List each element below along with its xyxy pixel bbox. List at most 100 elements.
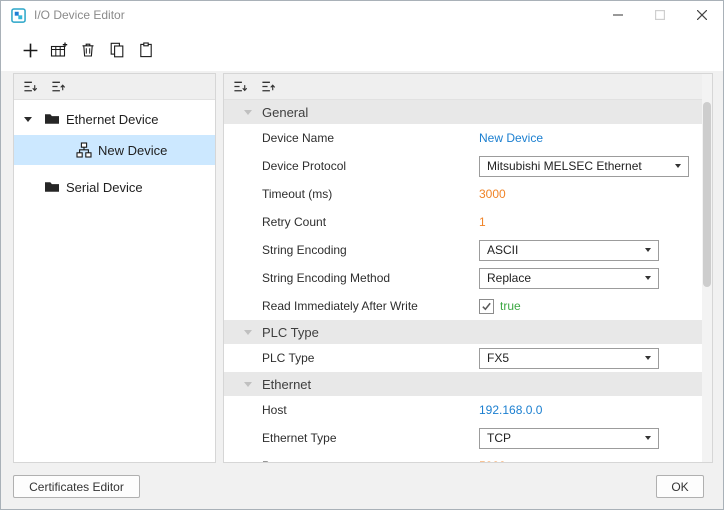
property-label: Device Name (262, 131, 335, 145)
row-host: Host 192.168.0.0 (224, 396, 702, 424)
toolbar (1, 29, 723, 71)
expand-all-icon (261, 79, 276, 94)
retry-count-value[interactable]: 1 (479, 215, 486, 229)
row-device-name: Device Name New Device (224, 124, 702, 152)
ok-button[interactable]: OK (656, 475, 704, 498)
close-button[interactable] (681, 1, 723, 29)
close-icon (697, 10, 707, 20)
device-tree: Ethernet Device New Device Serial Device (14, 100, 215, 201)
collapse-all-icon (233, 79, 248, 94)
tree-panel-header (14, 74, 215, 100)
plc-type-dropdown[interactable]: FX5 (479, 347, 659, 369)
ethernet-type-dropdown[interactable]: TCP (479, 427, 659, 449)
row-string-encoding: String Encoding ASCII (224, 236, 702, 264)
folder-icon (44, 111, 60, 127)
tree-item-ethernet-device[interactable]: Ethernet Device (14, 105, 215, 133)
collapse-all-button[interactable] (21, 77, 40, 96)
row-port: Port 5000 (224, 452, 702, 462)
section-ethernet[interactable]: Ethernet (224, 372, 702, 396)
property-label: String Encoding Method (262, 271, 391, 285)
row-retry-count: Retry Count 1 (224, 208, 702, 236)
row-timeout: Timeout (ms) 3000 (224, 180, 702, 208)
chevron-down-icon (645, 356, 651, 360)
timeout-value[interactable]: 3000 (479, 187, 506, 201)
scrollbar-thumb[interactable] (703, 102, 711, 287)
dropdown-value: Replace (487, 271, 532, 285)
vertical-scrollbar[interactable] (702, 74, 712, 462)
app-icon (11, 7, 26, 23)
device-tree-panel: Ethernet Device New Device Serial Device (13, 73, 216, 463)
add-device-button[interactable] (19, 38, 41, 62)
tree-item-new-device[interactable]: New Device (14, 135, 215, 165)
folder-icon (44, 179, 60, 195)
maximize-icon (655, 10, 665, 20)
section-collapse-icon (244, 329, 252, 335)
delete-icon (80, 42, 96, 58)
row-device-protocol: Device Protocol Mitsubishi MELSEC Ethern… (224, 152, 702, 180)
property-label: Host (262, 403, 287, 417)
row-plc-type: PLC Type FX5 (224, 344, 702, 372)
certificates-editor-button[interactable]: Certificates Editor (13, 475, 140, 498)
minimize-icon (613, 10, 623, 20)
tree-item-label: New Device (98, 142, 168, 158)
tree-item-label: Serial Device (66, 179, 143, 195)
chevron-down-icon (645, 276, 651, 280)
property-panel-header (224, 74, 712, 100)
add-icon (22, 42, 39, 59)
port-value[interactable]: 5000 (479, 459, 506, 462)
delete-button[interactable] (77, 38, 99, 62)
tree-item-serial-device[interactable]: Serial Device (14, 173, 215, 201)
section-collapse-icon (244, 109, 252, 115)
dropdown-value: TCP (487, 431, 511, 445)
dropdown-value: FX5 (487, 351, 510, 365)
device-name-value[interactable]: New Device (479, 131, 543, 145)
section-title: General (262, 104, 309, 120)
property-label: Port (262, 459, 479, 462)
property-label: PLC Type (262, 351, 315, 365)
property-label: String Encoding (262, 243, 347, 257)
window-title: I/O Device Editor (34, 8, 125, 22)
expand-all-button[interactable] (49, 77, 68, 96)
expand-all-button[interactable] (259, 77, 278, 96)
add-table-icon (50, 42, 68, 58)
window-controls (597, 1, 723, 29)
read-immediately-checkbox[interactable] (479, 298, 494, 314)
copy-icon (109, 42, 125, 58)
dropdown-value: ASCII (487, 243, 519, 257)
property-label: Read Immediately After Write (262, 299, 418, 313)
section-plc-type[interactable]: PLC Type (224, 320, 702, 344)
add-table-button[interactable] (48, 38, 70, 62)
collapse-all-icon (23, 79, 38, 94)
expander-icon[interactable] (24, 116, 38, 122)
tree-item-label: Ethernet Device (66, 111, 159, 127)
network-device-icon (76, 142, 92, 158)
property-label: Timeout (ms) (262, 187, 333, 201)
io-device-editor-window: I/O Device Editor Ethernet Device New De… (0, 0, 724, 510)
chevron-down-icon (645, 248, 651, 252)
string-encoding-method-dropdown[interactable]: Replace (479, 267, 659, 289)
section-collapse-icon (244, 381, 252, 387)
paste-icon (138, 42, 154, 58)
copy-button[interactable] (106, 38, 128, 62)
maximize-button[interactable] (639, 1, 681, 29)
paste-button[interactable] (135, 38, 157, 62)
collapse-all-button[interactable] (231, 77, 250, 96)
expand-all-icon (51, 79, 66, 94)
host-value[interactable]: 192.168.0.0 (479, 403, 542, 417)
section-title: Ethernet (262, 376, 312, 392)
chevron-down-icon (675, 164, 681, 168)
property-label: Ethernet Type (262, 431, 337, 445)
property-panel: General Device Name New Device Device Pr… (223, 73, 713, 463)
titlebar: I/O Device Editor (1, 1, 723, 29)
row-string-encoding-method: String Encoding Method Replace (224, 264, 702, 292)
row-ethernet-type: Ethernet Type TCP (224, 424, 702, 452)
device-protocol-dropdown[interactable]: Mitsubishi MELSEC Ethernet (479, 155, 689, 177)
section-title: PLC Type (262, 324, 319, 340)
minimize-button[interactable] (597, 1, 639, 29)
checkbox-value-label: true (500, 299, 521, 313)
checkmark-icon (481, 301, 492, 312)
row-read-immediately-after-write: Read Immediately After Write true (224, 292, 702, 320)
section-general[interactable]: General (224, 100, 702, 124)
string-encoding-dropdown[interactable]: ASCII (479, 239, 659, 261)
property-grid: General Device Name New Device Device Pr… (224, 100, 702, 462)
